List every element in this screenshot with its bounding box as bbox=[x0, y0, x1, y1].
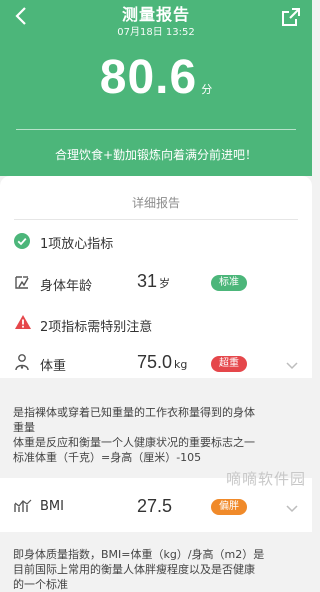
check-circle-icon bbox=[14, 233, 30, 249]
chevron-down-icon[interactable] bbox=[286, 362, 298, 370]
score-value: 80.6 bbox=[99, 51, 198, 104]
body-age-icon bbox=[15, 276, 29, 289]
person-icon bbox=[15, 354, 29, 371]
score-display: 80.6 分 bbox=[0, 50, 312, 105]
warning-icon bbox=[15, 315, 31, 329]
header-divider bbox=[16, 129, 296, 130]
status-badge-chubby: 偏胖 bbox=[211, 499, 247, 515]
page-title: 测量报告 bbox=[121, 5, 190, 24]
weight-value: 75.0 kg bbox=[137, 352, 188, 372]
section-divider bbox=[14, 219, 298, 220]
share-icon[interactable] bbox=[280, 6, 302, 28]
status-badge-standard: 标准 bbox=[211, 275, 247, 291]
chevron-down-icon[interactable] bbox=[286, 505, 298, 513]
body-age-label: 身体年龄 bbox=[40, 279, 93, 294]
body-age-value: 31 岁 bbox=[137, 271, 171, 291]
weight-label: 体重 bbox=[40, 359, 67, 374]
report-datetime: 07月18日 13:52 bbox=[117, 27, 195, 38]
score-unit: 分 bbox=[201, 83, 213, 96]
weight-description: 是指裸体或穿着已知重量的工作衣称量得到的身体 重量 体重是反应和衡量一个人健康状… bbox=[13, 406, 255, 464]
advice-text: 合理饮食+勤加锻炼向着满分前进吧！ bbox=[54, 148, 258, 162]
safe-group-heading: 1项放心指标 bbox=[40, 237, 114, 252]
report-header: 测量报告 07月18日 13:52 80.6 分 合理饮食+勤加锻炼向着满分前进吧… bbox=[0, 0, 312, 176]
bmi-label: BMI bbox=[40, 499, 64, 514]
bmi-description: 即身体质量指数，BMI=体重（kg）/身高（m2）是 目前国际上常用的衡量人体胖… bbox=[13, 548, 265, 591]
section-title: 详细报告 bbox=[131, 196, 180, 210]
chart-icon bbox=[14, 499, 32, 512]
warn-group-heading: 2项指标需特别注意 bbox=[40, 320, 153, 335]
watermark: 嘀嘀软件园 bbox=[225, 470, 306, 488]
status-badge-overweight: 超重 bbox=[211, 356, 247, 372]
bmi-value: 27.5 bbox=[137, 496, 173, 516]
